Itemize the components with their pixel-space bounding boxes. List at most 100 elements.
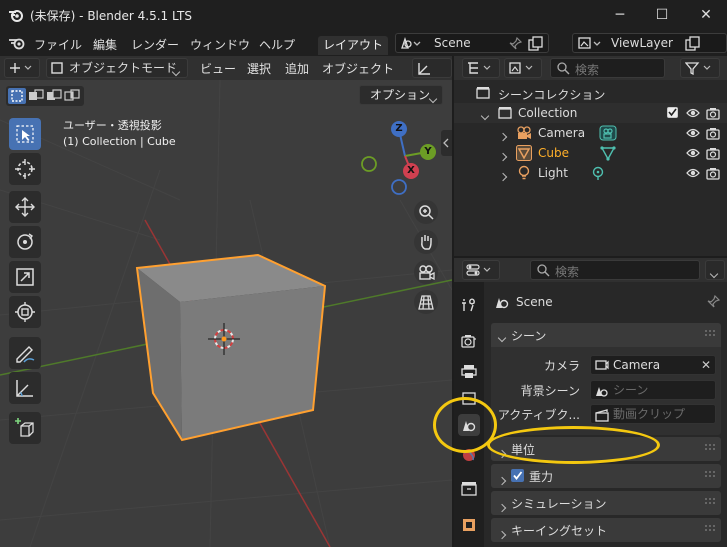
- cursor-tool[interactable]: [9, 153, 41, 185]
- view-layer-selector[interactable]: ViewLayer: [572, 33, 727, 53]
- options-dropdown[interactable]: オプション: [359, 85, 443, 105]
- outliner-row-cube[interactable]: Cube: [454, 143, 727, 163]
- properties-options-button[interactable]: [705, 260, 725, 280]
- drag-handle-icon[interactable]: [705, 525, 715, 531]
- outliner-search-input[interactable]: 検索: [550, 58, 665, 78]
- blender-menu-icon[interactable]: [8, 36, 26, 50]
- drag-handle-icon[interactable]: [705, 444, 715, 450]
- expand-chevron-icon[interactable]: [498, 129, 508, 143]
- outliner-editor-type-button[interactable]: [462, 58, 500, 78]
- camera-view-button[interactable]: [414, 260, 438, 284]
- render-camera-icon[interactable]: [706, 126, 720, 140]
- pin-icon[interactable]: [706, 295, 720, 309]
- rotate-tool[interactable]: [9, 226, 41, 258]
- scale-tool[interactable]: [9, 261, 41, 293]
- gravity-checkbox[interactable]: [511, 469, 524, 482]
- drag-handle-icon[interactable]: [705, 471, 715, 477]
- expand-chevron-icon[interactable]: [480, 108, 490, 122]
- menu-add[interactable]: 追加: [285, 60, 309, 77]
- orthographic-toggle-button[interactable]: [414, 290, 438, 314]
- measure-tool[interactable]: [9, 372, 41, 404]
- gizmo-z-axis[interactable]: Z: [391, 121, 407, 137]
- editor-type-button[interactable]: [4, 58, 40, 78]
- menu-file[interactable]: ファイル: [34, 36, 82, 53]
- camera-prop-field[interactable]: Camera ✕: [590, 355, 716, 375]
- expand-chevron-icon[interactable]: [498, 169, 508, 183]
- tab-render[interactable]: [458, 330, 480, 352]
- scene-selector[interactable]: Scene: [395, 33, 549, 53]
- new-view-layer-icon[interactable]: [685, 36, 701, 52]
- menu-object[interactable]: オブジェクト: [322, 60, 394, 77]
- add-cube-tool[interactable]: [9, 412, 41, 444]
- filter-button[interactable]: [680, 58, 720, 78]
- menu-window[interactable]: ウィンドウ: [190, 36, 250, 53]
- eye-icon[interactable]: [686, 107, 700, 119]
- gizmo-x-axis[interactable]: X: [403, 163, 419, 179]
- maximize-button[interactable]: ☐: [652, 5, 672, 25]
- drag-handle-icon[interactable]: [705, 498, 715, 504]
- background-scene-field[interactable]: シーン: [590, 380, 716, 400]
- camera-data-icon[interactable]: [599, 125, 617, 141]
- workspace-tab-layout[interactable]: レイアウト: [318, 36, 388, 55]
- tab-object[interactable]: [458, 514, 480, 536]
- transform-icon: [15, 302, 35, 322]
- select-new-button[interactable]: [8, 88, 26, 104]
- tab-tool[interactable]: [458, 294, 480, 316]
- menu-select[interactable]: 選択: [247, 60, 271, 77]
- menu-view[interactable]: ビュー: [200, 60, 236, 77]
- mesh-data-icon[interactable]: [600, 145, 616, 161]
- tab-output[interactable]: [458, 360, 480, 382]
- pin-icon[interactable]: [508, 37, 522, 51]
- collection-exclude-checkbox[interactable]: [667, 107, 678, 118]
- clear-x-icon[interactable]: ✕: [701, 356, 711, 374]
- window-title: (未保存) - Blender 4.5.1 LTS: [30, 9, 192, 23]
- outliner-row-camera[interactable]: Camera: [454, 123, 727, 143]
- select-new-icon: [11, 90, 23, 102]
- outliner-row-light[interactable]: Light: [454, 163, 727, 183]
- eye-icon[interactable]: [686, 167, 700, 179]
- background-scene-placeholder: シーン: [613, 383, 649, 397]
- tab-collection[interactable]: [458, 478, 480, 500]
- keying-sets-panel[interactable]: キーイングセット: [491, 518, 721, 542]
- properties-editor-type-button[interactable]: [462, 260, 500, 280]
- select-intersect-icon[interactable]: [64, 89, 80, 103]
- eye-icon[interactable]: [686, 127, 700, 139]
- transform-orientation-button[interactable]: [412, 58, 452, 78]
- gizmo-y-axis[interactable]: Y: [420, 144, 436, 160]
- active-clip-field[interactable]: 動画クリップ: [590, 404, 716, 424]
- navigation-gizmo[interactable]: [361, 129, 428, 195]
- new-scene-icon[interactable]: [528, 36, 544, 52]
- expand-chevron-icon[interactable]: [498, 149, 508, 163]
- outliner-row-collection[interactable]: Collection: [454, 103, 727, 123]
- close-button[interactable]: ✕: [696, 5, 716, 25]
- scene-panel-header[interactable]: シーン: [491, 323, 721, 347]
- light-data-icon[interactable]: [590, 165, 606, 181]
- gravity-panel[interactable]: 重力: [491, 464, 721, 488]
- zoom-button[interactable]: [414, 200, 438, 224]
- drag-handle-icon[interactable]: [705, 330, 715, 336]
- simulation-panel[interactable]: シミュレーション: [491, 491, 721, 515]
- annotate-tool[interactable]: [9, 337, 41, 369]
- move-tool[interactable]: [9, 191, 41, 223]
- display-mode-button[interactable]: [504, 58, 542, 78]
- sidebar-toggle[interactable]: [441, 130, 452, 156]
- properties-search-input[interactable]: 検索: [530, 260, 700, 280]
- menu-render[interactable]: レンダー: [131, 36, 179, 53]
- minimize-button[interactable]: ─: [610, 5, 630, 25]
- view-layer-name: ViewLayer: [611, 36, 673, 50]
- render-camera-icon[interactable]: [706, 166, 720, 180]
- menu-help[interactable]: ヘルプ: [259, 36, 295, 53]
- eye-icon[interactable]: [686, 147, 700, 159]
- menu-edit[interactable]: 編集: [93, 36, 117, 53]
- render-camera-icon[interactable]: [706, 106, 720, 120]
- select-subtract-icon[interactable]: [46, 89, 62, 103]
- select-extend-icon[interactable]: [28, 89, 44, 103]
- outliner-row-scene-collection[interactable]: シーンコレクション: [454, 83, 727, 103]
- 3d-viewport[interactable]: Z Y X ユーザー・透視投影 (1) Collection | Cube オプ…: [0, 80, 452, 547]
- pan-button[interactable]: [414, 230, 438, 254]
- select-box-tool[interactable]: [9, 118, 41, 150]
- cube-object[interactable]: [135, 253, 327, 442]
- transform-tool[interactable]: [9, 296, 41, 328]
- render-camera-icon[interactable]: [706, 146, 720, 160]
- mode-selector[interactable]: オブジェクトモード: [46, 58, 188, 78]
